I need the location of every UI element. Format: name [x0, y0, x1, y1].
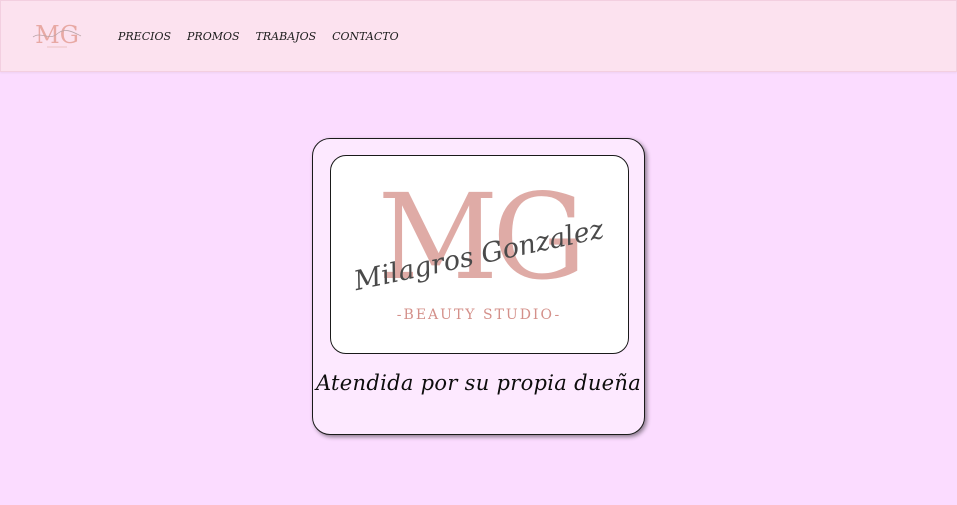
brand-logo-mark: MG: [32, 21, 82, 49]
nav-link-promos[interactable]: PROMOS: [187, 30, 240, 43]
studio-logo-tagline: -BEAUTY STUDIO-: [397, 307, 561, 323]
nav-link-trabajos[interactable]: TRABAJOS: [256, 30, 317, 43]
hero-card: MG Milagros Gonzalez -BEAUTY STUDIO- Ate…: [312, 138, 645, 435]
brand-logo[interactable]: MG: [27, 17, 87, 51]
hero-caption: Atendida por su propia dueña: [315, 371, 642, 395]
studio-logo-image: MG Milagros Gonzalez -BEAUTY STUDIO-: [330, 155, 629, 354]
nav-link-precios[interactable]: PRECIOS: [118, 30, 171, 43]
nav-link-contacto[interactable]: CONTACTO: [332, 30, 399, 43]
top-navbar: MG PRECIOS PROMOS TRABAJOS CONTACTO: [0, 0, 957, 72]
studio-logo: MG Milagros Gonzalez -BEAUTY STUDIO-: [350, 168, 607, 323]
main-nav: PRECIOS PROMOS TRABAJOS CONTACTO: [118, 30, 415, 43]
